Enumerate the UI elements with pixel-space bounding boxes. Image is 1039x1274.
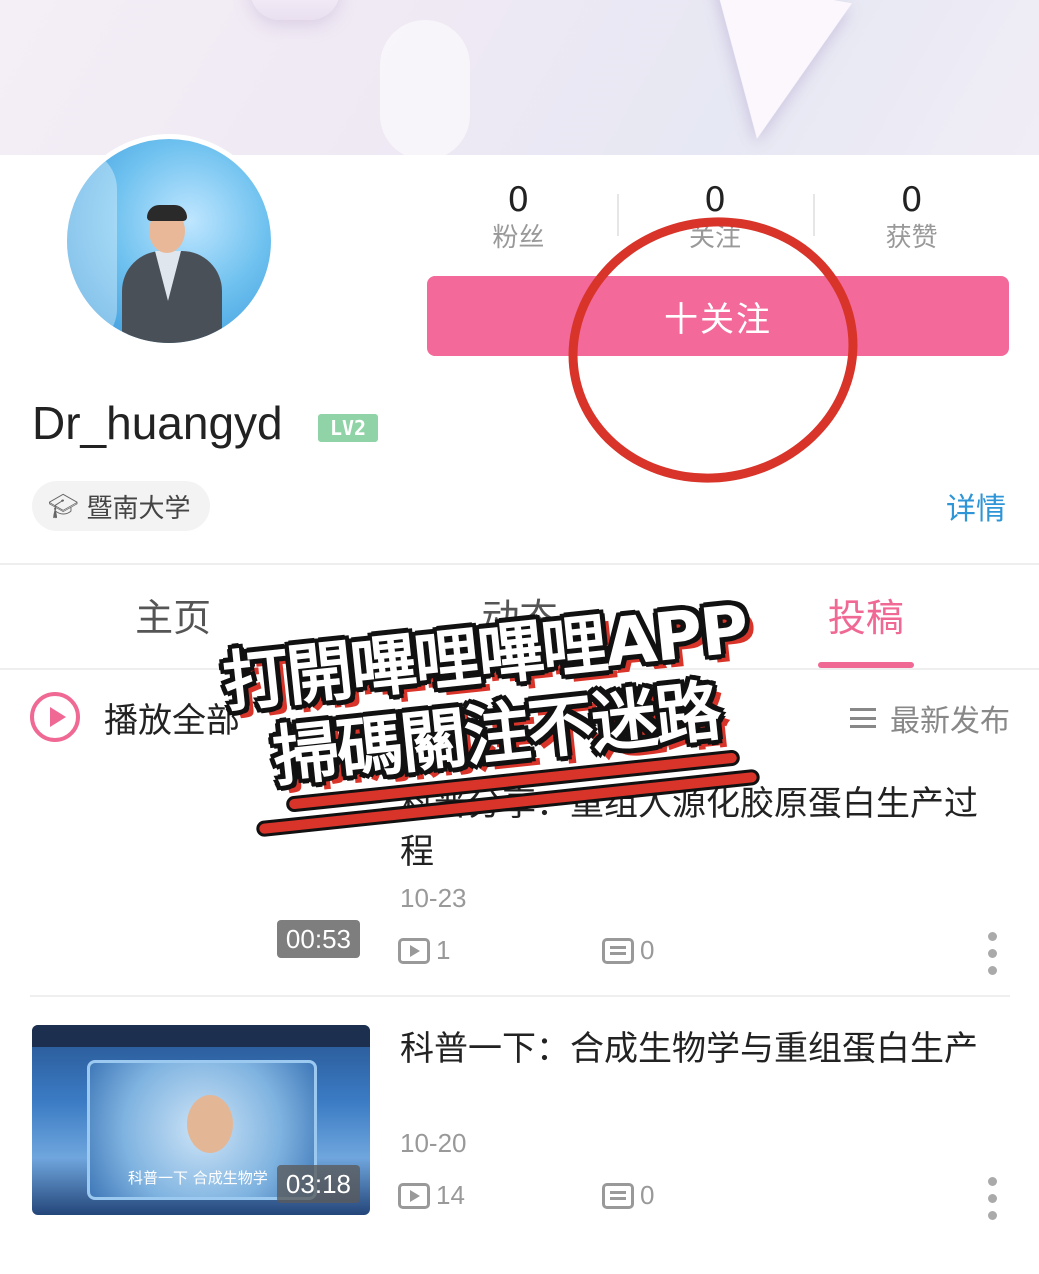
danmaku-icon	[602, 1182, 634, 1209]
graduation-cap-icon: 🎓︎	[48, 492, 79, 520]
stat-label: 粉丝	[492, 223, 545, 253]
video-title[interactable]: 科普一下：合成生物学与重组蛋白生产	[400, 1025, 1010, 1073]
promo-overlay: 打開嗶哩嗶哩APP 掃碼關注不迷路	[220, 590, 768, 835]
avatar-figure	[147, 205, 187, 221]
avatar-background	[67, 149, 117, 343]
video-date: 10-23	[400, 883, 467, 913]
list-sort-icon	[850, 708, 876, 728]
video-plays: 14	[398, 1180, 465, 1211]
thumbnail-presenter	[187, 1095, 233, 1153]
thumbnail-browser-bar	[32, 1025, 370, 1047]
video-comments: 0	[602, 935, 654, 966]
profile-banner	[0, 0, 1039, 155]
stat-fans[interactable]: 0 粉丝	[420, 180, 617, 260]
danmaku-icon	[602, 937, 634, 964]
video-item[interactable]: 科普一下 合成生物学 03:18 科普一下：合成生物学与重组蛋白生产 10-20…	[30, 1025, 1010, 1225]
video-duration: 00:53	[276, 920, 360, 958]
play-count: 1	[436, 935, 451, 965]
stat-value: 0	[900, 180, 923, 220]
school-label: 暨南大学	[86, 493, 191, 524]
stat-value: 0	[507, 180, 530, 220]
level-badge: LV2	[318, 414, 378, 442]
stat-value: 0	[704, 180, 726, 220]
play-all-button[interactable]: 播放全部	[104, 693, 240, 742]
sort-label: 最新发布	[890, 704, 1010, 739]
video-thumbnail[interactable]: 科普一下 合成生物学 03:18	[32, 1025, 370, 1215]
banner-decoration	[250, 0, 340, 20]
play-count-icon	[398, 937, 430, 964]
avatar[interactable]	[62, 134, 276, 348]
video-comments: 0	[602, 1180, 654, 1211]
details-link[interactable]: 详情	[946, 484, 1006, 528]
play-circle-icon[interactable]	[30, 692, 80, 742]
play-count: 14	[436, 1180, 465, 1210]
play-count-icon	[398, 1182, 430, 1209]
sort-button[interactable]: 最新发布	[850, 696, 1010, 740]
more-options-icon[interactable]	[988, 932, 998, 983]
video-plays: 1	[398, 935, 450, 966]
list-divider	[30, 995, 1010, 997]
banner-decoration	[688, 0, 852, 152]
thumbnail-caption: 科普一下 合成生物学	[128, 1169, 268, 1187]
section-divider	[0, 563, 1039, 565]
school-tag[interactable]: 🎓︎ 暨南大学	[32, 481, 211, 531]
stat-likes[interactable]: 0 获赞	[813, 180, 1010, 260]
video-duration: 03:18	[276, 1165, 360, 1203]
more-options-icon[interactable]	[988, 1177, 998, 1228]
comment-count: 0	[640, 935, 655, 965]
username: Dr_huangyd	[32, 397, 283, 449]
video-date: 10-20	[400, 1128, 467, 1158]
comment-count: 0	[640, 1180, 655, 1210]
stat-label: 获赞	[885, 223, 938, 253]
banner-decoration	[380, 20, 470, 155]
